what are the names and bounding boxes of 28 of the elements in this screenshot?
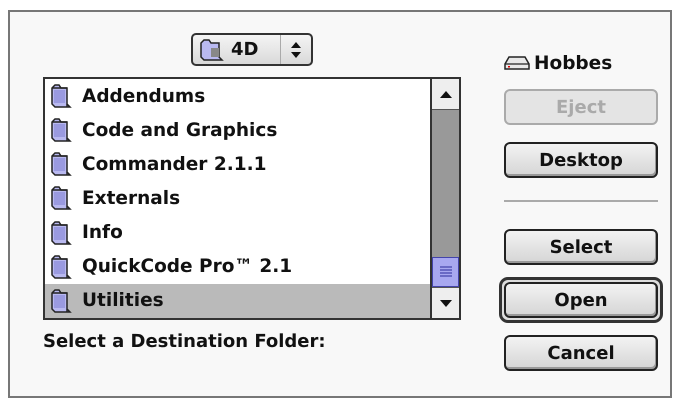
dialog-button[interactable]: Select <box>504 229 658 265</box>
folder-icon <box>49 288 73 314</box>
scroll-up-arrow-icon[interactable] <box>440 90 452 98</box>
folder-icon <box>49 83 73 110</box>
folder-popup-menu[interactable]: 4D <box>191 33 313 66</box>
dialog-button[interactable]: Cancel <box>504 335 658 371</box>
folder-list-item[interactable]: Info <box>45 216 430 250</box>
scrollbar[interactable] <box>430 79 459 318</box>
volume-name: Hobbes <box>534 52 612 74</box>
folder-list-item[interactable]: Commander 2.1.1 <box>45 147 430 182</box>
folder-icon <box>49 117 73 144</box>
folder-list-item[interactable]: Utilities <box>45 284 430 318</box>
folder-list-item[interactable]: Addendums <box>45 79 430 114</box>
folder-list-item[interactable]: Code and Graphics <box>45 113 430 148</box>
folder-icon <box>49 151 73 178</box>
prompt-label: Select a Destination Folder: <box>43 331 326 352</box>
folder-icon <box>49 185 73 212</box>
folder-icon <box>199 38 225 60</box>
up-down-arrows-icon <box>290 40 302 58</box>
folder-list-item[interactable]: QuickCode Pro™ 2.1 <box>45 250 430 284</box>
scroll-down-arrow-icon[interactable] <box>440 300 452 306</box>
default-dialog-button[interactable]: Open <box>504 282 658 318</box>
dialog-button[interactable]: Desktop <box>504 142 658 178</box>
hard-drive-icon <box>504 55 530 71</box>
folder-list-item[interactable]: Externals <box>45 181 430 216</box>
folder-icon <box>49 220 73 246</box>
scroll-thumb[interactable] <box>432 257 459 287</box>
folder-icon <box>49 254 73 280</box>
